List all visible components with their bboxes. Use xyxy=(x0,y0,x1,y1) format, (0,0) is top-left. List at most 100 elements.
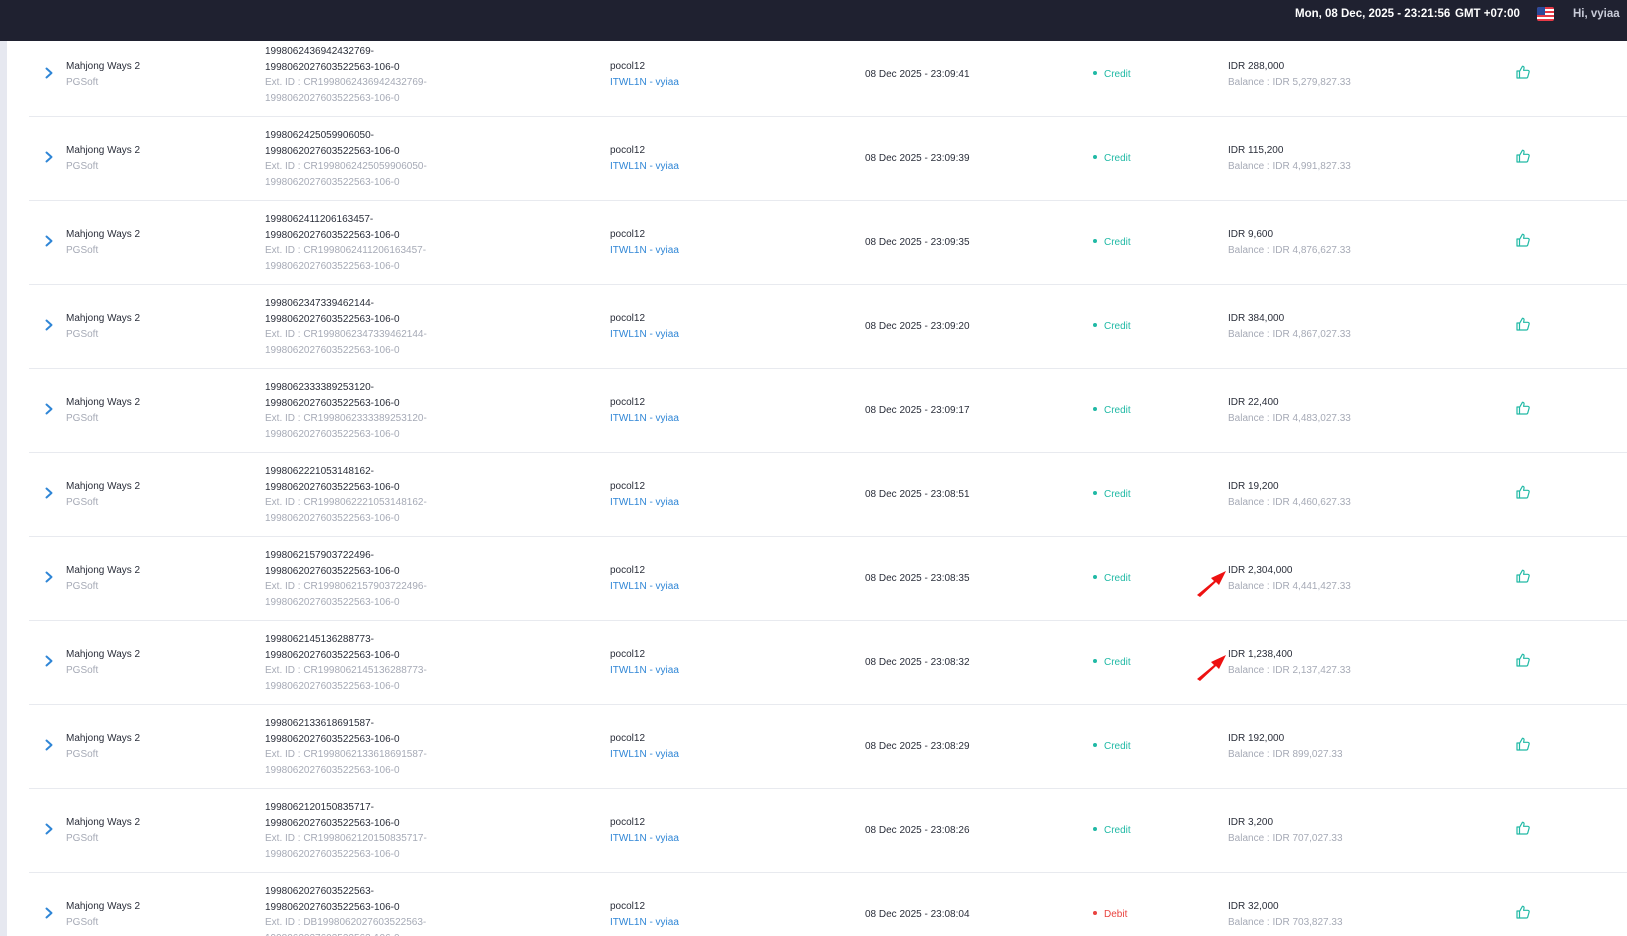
player-username: pocol12 xyxy=(610,817,646,828)
status-label: Credit xyxy=(1104,405,1131,416)
agent-link[interactable]: ITWL1N - vyiaa xyxy=(610,579,679,595)
thumbs-up-icon[interactable] xyxy=(1515,148,1531,164)
external-id-line1: Ext. ID : CR1998062221053148162- xyxy=(265,497,427,508)
thumbs-up-icon[interactable] xyxy=(1515,484,1531,500)
thumbs-up-icon[interactable] xyxy=(1515,232,1531,248)
chevron-right-icon[interactable] xyxy=(43,66,55,80)
status-dot xyxy=(1093,659,1097,664)
us-flag-icon[interactable] xyxy=(1537,7,1554,21)
chevron-right-icon[interactable] xyxy=(43,318,55,332)
player-username: pocol12 xyxy=(610,481,646,492)
agent-link[interactable]: ITWL1N - vyiaa xyxy=(610,663,679,679)
game-name: Mahjong Ways 2 xyxy=(66,817,141,828)
user-cell: pocol12 ITWL1N - vyiaa xyxy=(610,563,679,594)
balance-after: Balance : IDR 4,483,027.33 xyxy=(1228,412,1351,424)
game-name: Mahjong Ways 2 xyxy=(66,733,141,744)
chevron-right-icon[interactable] xyxy=(43,822,55,836)
external-id-line1: Ext. ID : CR1998062425059906050- xyxy=(265,161,427,172)
transaction-amount: IDR 9,600 xyxy=(1228,229,1274,240)
status-label: Credit xyxy=(1104,489,1131,500)
table-row: Mahjong Ways 2 PGSoft 199806215790372249… xyxy=(29,537,1627,621)
chevron-right-icon[interactable] xyxy=(43,150,55,164)
status-dot xyxy=(1093,71,1097,76)
agent-link[interactable]: ITWL1N - vyiaa xyxy=(610,831,679,847)
transaction-id-cell: 1998062411206163457- 1998062027603522563… xyxy=(265,212,426,274)
transaction-id-line1: 1998062027603522563- xyxy=(265,886,374,897)
status-badge: Credit xyxy=(1093,235,1131,251)
status-dot xyxy=(1093,407,1097,412)
external-id-line2: 1998062027603522563-106-0 xyxy=(265,680,400,692)
status-badge: Credit xyxy=(1093,739,1131,755)
status-dot xyxy=(1093,155,1097,160)
agent-link[interactable]: ITWL1N - vyiaa xyxy=(610,327,679,343)
external-id-line2: 1998062027603522563-106-0 xyxy=(265,428,400,440)
user-cell: pocol12 ITWL1N - vyiaa xyxy=(610,479,679,510)
transaction-id-cell: 1998062120150835717- 1998062027603522563… xyxy=(265,800,427,862)
status-label: Credit xyxy=(1104,657,1131,668)
chevron-right-icon[interactable] xyxy=(43,654,55,668)
transaction-id-line1: 1998062145136288773- xyxy=(265,634,374,645)
transaction-id-line2: 1998062027603522563-106-0 xyxy=(265,733,400,745)
agent-link[interactable]: ITWL1N - vyiaa xyxy=(610,159,679,175)
thumbs-up-icon[interactable] xyxy=(1515,652,1531,668)
amount-cell: IDR 288,000 Balance : IDR 5,279,827.33 xyxy=(1228,59,1351,90)
transaction-id-line2: 1998062027603522563-106-0 xyxy=(265,817,400,829)
transaction-time: 08 Dec 2025 - 23:09:17 xyxy=(865,405,970,416)
transaction-amount: IDR 288,000 xyxy=(1228,61,1285,72)
game-provider: PGSoft xyxy=(66,244,99,256)
status-label: Credit xyxy=(1104,741,1131,752)
chevron-right-icon[interactable] xyxy=(43,234,55,248)
user-greeting[interactable]: Hi, vyiaa xyxy=(1573,8,1620,20)
transaction-id-line1: 1998062347339462144- xyxy=(265,298,374,309)
header-timezone: GMT +07:00 xyxy=(1455,8,1520,20)
chevron-right-icon[interactable] xyxy=(43,570,55,584)
transaction-time: 08 Dec 2025 - 23:08:32 xyxy=(865,657,970,668)
game-cell: Mahjong Ways 2 PGSoft xyxy=(66,143,140,174)
transaction-id-line2: 1998062027603522563-106-0 xyxy=(265,229,400,241)
game-provider: PGSoft xyxy=(66,160,99,172)
game-cell: Mahjong Ways 2 PGSoft xyxy=(66,815,140,846)
table-row: Mahjong Ways 2 PGSoft 199806202760352256… xyxy=(29,873,1627,936)
external-id-line1: Ext. ID : CR1998062145136288773- xyxy=(265,665,427,676)
game-cell: Mahjong Ways 2 PGSoft xyxy=(66,647,140,678)
red-arrow-annotation xyxy=(1197,655,1226,681)
status-dot xyxy=(1093,575,1097,580)
thumbs-up-icon[interactable] xyxy=(1515,568,1531,584)
thumbs-up-icon[interactable] xyxy=(1515,736,1531,752)
agent-link[interactable]: ITWL1N - vyiaa xyxy=(610,747,679,763)
agent-link[interactable]: ITWL1N - vyiaa xyxy=(610,915,679,931)
thumbs-up-icon[interactable] xyxy=(1515,64,1531,80)
chevron-right-icon[interactable] xyxy=(43,486,55,500)
thumbs-up-icon[interactable] xyxy=(1515,400,1531,416)
external-id-line2: 1998062027603522563-106-0 xyxy=(265,764,400,776)
player-username: pocol12 xyxy=(610,61,646,72)
chevron-right-icon[interactable] xyxy=(43,906,55,920)
status-badge: Credit xyxy=(1093,571,1131,587)
balance-after: Balance : IDR 4,867,027.33 xyxy=(1228,328,1351,340)
game-name: Mahjong Ways 2 xyxy=(66,565,141,576)
external-id-line2: 1998062027603522563-106-0 xyxy=(265,260,400,272)
agent-link[interactable]: ITWL1N - vyiaa xyxy=(610,411,679,427)
agent-link[interactable]: ITWL1N - vyiaa xyxy=(610,75,679,91)
status-badge: Credit xyxy=(1093,319,1131,335)
status-badge: Credit xyxy=(1093,823,1131,839)
transaction-amount: IDR 384,000 xyxy=(1228,313,1285,324)
agent-link[interactable]: ITWL1N - vyiaa xyxy=(610,495,679,511)
game-provider: PGSoft xyxy=(66,496,99,508)
transaction-id-line1: 1998062157903722496- xyxy=(265,550,374,561)
game-provider: PGSoft xyxy=(66,832,99,844)
chevron-right-icon[interactable] xyxy=(43,402,55,416)
agent-link[interactable]: ITWL1N - vyiaa xyxy=(610,243,679,259)
status-label: Credit xyxy=(1104,69,1131,80)
thumbs-up-icon[interactable] xyxy=(1515,316,1531,332)
table-row: Mahjong Ways 2 PGSoft 199806213361869158… xyxy=(29,705,1627,789)
transaction-id-cell: 1998062027603522563- 1998062027603522563… xyxy=(265,884,426,936)
status-label: Credit xyxy=(1104,573,1131,584)
chevron-right-icon[interactable] xyxy=(43,738,55,752)
status-dot xyxy=(1093,323,1097,328)
game-name: Mahjong Ways 2 xyxy=(66,901,141,912)
status-badge: Credit xyxy=(1093,655,1131,671)
thumbs-up-icon[interactable] xyxy=(1515,904,1531,920)
thumbs-up-icon[interactable] xyxy=(1515,820,1531,836)
transaction-amount: IDR 115,200 xyxy=(1228,145,1284,156)
